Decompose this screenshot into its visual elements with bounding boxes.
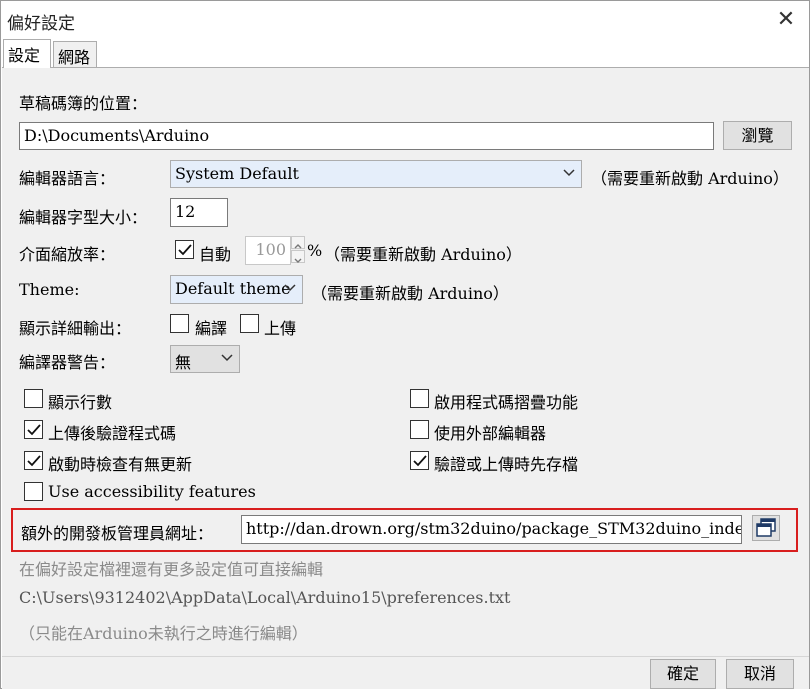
warnings-value: 無 [175, 353, 192, 372]
board-urls-edit-button[interactable] [752, 515, 780, 541]
verify-after-upload-checkbox[interactable] [24, 420, 43, 439]
scale-auto-checkbox[interactable] [175, 240, 194, 259]
verbose-compile-checkbox[interactable] [170, 314, 189, 333]
tab-settings[interactable]: 設定 [3, 39, 51, 68]
save-before-verify-checkbox[interactable] [410, 451, 429, 470]
accessibility-label: Use accessibility features [48, 482, 256, 501]
settings-panel: 草稿碼簿的位置： D:\Documents\Arduino 瀏覽 編輯器語言： … [2, 67, 809, 656]
show-line-numbers-checkbox[interactable] [24, 389, 43, 408]
editor-language-label: 編輯器語言： [19, 169, 116, 188]
font-size-label: 編輯器字型大小： [19, 208, 148, 227]
language-restart-note: （需要重新啟動 Arduino） [591, 169, 789, 188]
scale-label: 介面縮放率： [19, 245, 116, 264]
check-icon [27, 424, 41, 436]
theme-restart-note: （需要重新啟動 Arduino） [311, 284, 509, 303]
scale-auto-label: 自動 [199, 245, 232, 264]
theme-value: Default theme [175, 279, 291, 298]
tab-network[interactable]: 網路 [53, 41, 97, 67]
external-editor-checkbox[interactable] [410, 420, 429, 439]
window-list-icon [756, 518, 776, 537]
verbose-upload-checkbox[interactable] [240, 314, 259, 333]
title-bar: 偏好設定 ✕ [1, 1, 809, 39]
verify-after-upload-label: 上傳後驗證程式碼 [48, 424, 177, 443]
verbose-upload-label: 上傳 [264, 319, 297, 338]
editor-language-value: System Default [175, 164, 299, 183]
theme-label: Theme: [19, 280, 80, 299]
chevron-down-icon [294, 258, 302, 263]
check-icon [413, 455, 427, 467]
edit-note: （只能在Arduino未執行之時進行編輯） [19, 624, 308, 643]
spin-up-button[interactable] [291, 236, 305, 249]
save-before-verify-label: 驗證或上傳時先存檔 [434, 455, 579, 474]
scale-value-input[interactable]: 100 [245, 236, 291, 265]
verbose-compile-label: 編譯 [195, 319, 228, 338]
preferences-window: 偏好設定 ✕ 設定 網路 草稿碼簿的位置： D:\Documents\Ardui… [0, 0, 810, 689]
sketchbook-path-input[interactable]: D:\Documents\Arduino [19, 122, 714, 150]
check-icon [178, 244, 192, 256]
check-icon [27, 455, 41, 467]
browse-button[interactable]: 瀏覽 [723, 121, 792, 150]
external-editor-label: 使用外部編輯器 [434, 424, 547, 443]
warnings-label: 編譯器警告： [19, 353, 116, 372]
code-folding-label: 啟用程式碼摺疊功能 [434, 393, 579, 412]
chevron-down-icon [221, 354, 233, 362]
sketchbook-label: 草稿碼簿的位置： [19, 94, 148, 113]
scale-unit: % [307, 241, 323, 260]
window-title: 偏好設定 [7, 14, 75, 34]
code-folding-checkbox[interactable] [410, 389, 429, 408]
editor-language-select[interactable]: System Default [170, 160, 582, 188]
spin-down-button[interactable] [291, 250, 305, 263]
warnings-select[interactable]: 無 [170, 345, 240, 373]
more-prefs-note: 在偏好設定檔裡還有更多設定值可直接編輯 [19, 560, 324, 579]
scale-restart-note: （需要重新啟動 Arduino） [324, 245, 522, 264]
theme-select[interactable]: Default theme [170, 275, 303, 304]
verbose-label: 顯示詳細輸出： [19, 319, 132, 338]
chevron-down-icon [563, 169, 575, 177]
close-icon[interactable]: ✕ [773, 7, 799, 33]
accessibility-checkbox[interactable] [24, 482, 43, 501]
show-line-numbers-label: 顯示行數 [48, 393, 113, 412]
check-updates-label: 啟動時檢查有無更新 [48, 455, 193, 474]
check-updates-checkbox[interactable] [24, 451, 43, 470]
dialog-footer: 確定 取消 [2, 656, 809, 689]
cancel-button[interactable]: 取消 [726, 659, 794, 689]
chevron-down-icon [284, 284, 296, 292]
font-size-input[interactable]: 12 [170, 198, 228, 227]
prefs-path: C:\Users\9312402\AppData\Local\Arduino15… [19, 588, 511, 607]
board-urls-label: 額外的開發板管理員網址： [21, 524, 214, 543]
ok-button[interactable]: 確定 [650, 659, 716, 689]
board-urls-input[interactable]: http://dan.drown.org/stm32duino/package_… [241, 515, 742, 544]
